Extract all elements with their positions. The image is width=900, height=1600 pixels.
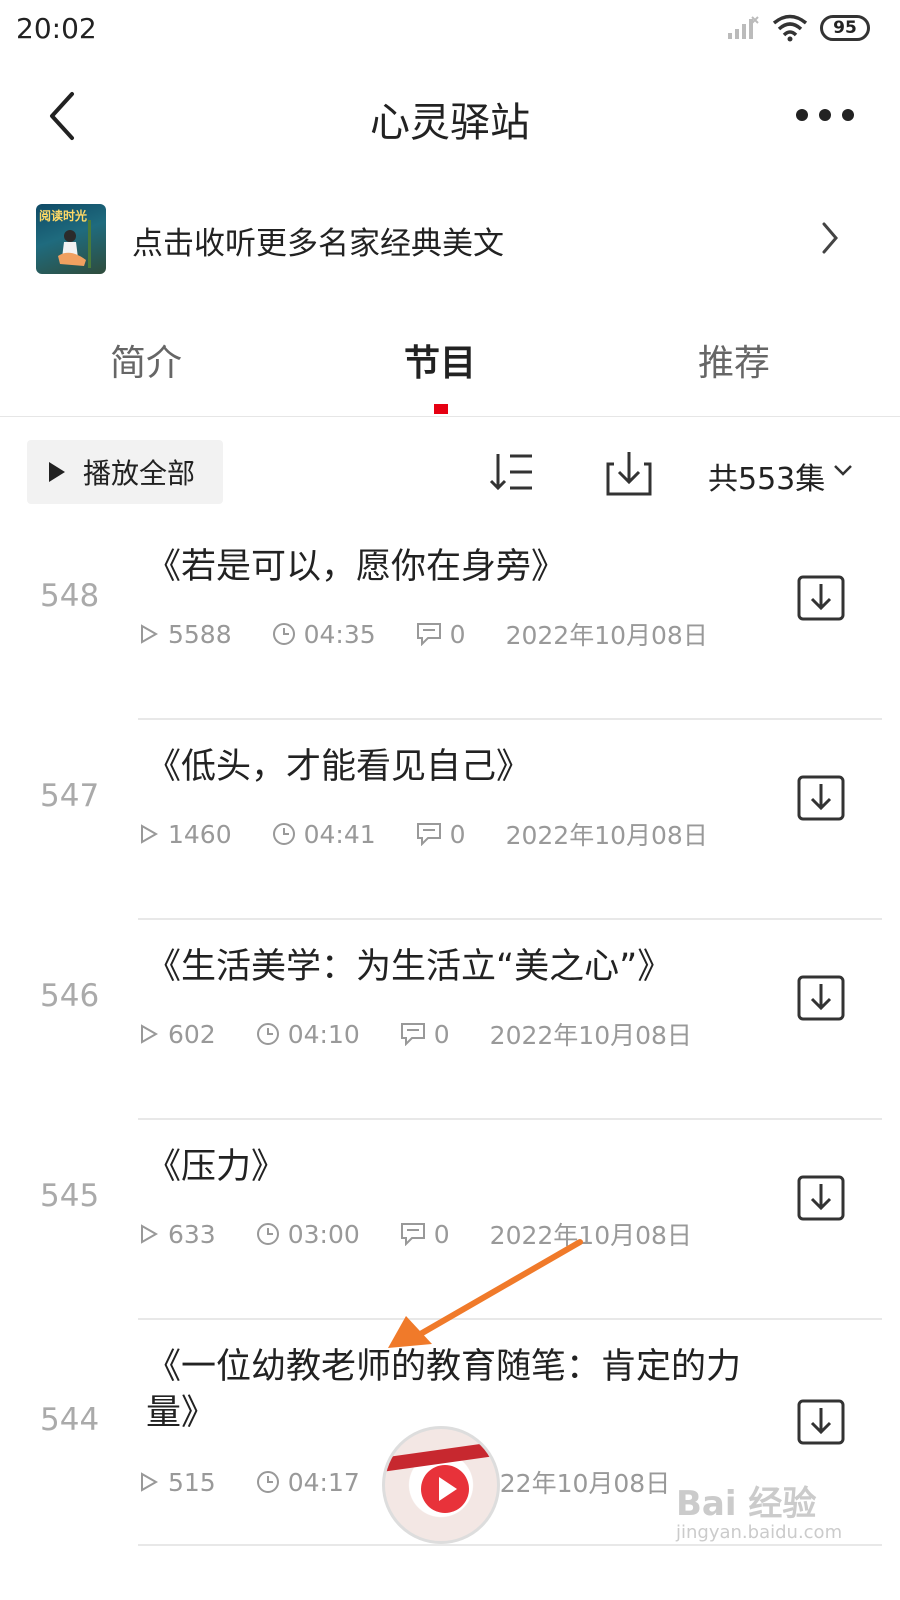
wifi-icon <box>772 14 808 42</box>
status-time: 20:02 <box>16 12 97 45</box>
more-options-icon[interactable] <box>790 90 860 140</box>
clock-icon <box>272 623 295 645</box>
clock-icon <box>256 1023 279 1045</box>
comment-icon <box>416 823 441 846</box>
episode-title: 《低头，才能看见自己》 <box>146 747 532 787</box>
play-count: 633 <box>168 1219 216 1249</box>
episode-meta: 5588 04:35 0 2022年10月08日 <box>138 616 748 652</box>
tab-recommend[interactable]: 推荐 <box>634 334 834 386</box>
episode-meta: 602 04:10 0 2022年10月08日 <box>138 1016 732 1052</box>
annotation-arrow-icon <box>388 1239 583 1348</box>
download-icon[interactable] <box>796 574 846 622</box>
clock-icon <box>256 1223 279 1245</box>
play-count: 1460 <box>168 819 232 849</box>
episode-meta: 1460 04:41 0 2022年10月08日 <box>138 816 748 852</box>
episode-title: 《一位幼教老师的教育随笔：肯定的力量》 <box>146 1347 742 1433</box>
download-icon[interactable] <box>796 1398 846 1446</box>
status-bar: 20:02 95 <box>0 0 900 62</box>
chevron-right-icon <box>822 222 838 254</box>
duration: 04:17 <box>287 1467 360 1497</box>
chevron-down-icon[interactable] <box>832 462 854 478</box>
app-header: 心灵驿站 <box>0 62 900 172</box>
download-icon[interactable] <box>796 974 846 1022</box>
comment-count: 0 <box>449 819 466 849</box>
download-icon[interactable] <box>796 774 846 822</box>
comment-count: 0 <box>433 1019 450 1049</box>
tab-programs[interactable]: 节目 <box>340 334 540 386</box>
download-icon[interactable] <box>796 1174 846 1222</box>
publish-date: 22年10月08日 <box>499 1469 671 1498</box>
play-all-label: 播放全部 <box>83 457 196 490</box>
publish-date: 2022年10月08日 <box>489 1021 692 1050</box>
episode-item[interactable]: 546 《生活美学：为生活立“美之心”》 602 04:10 0 2022年10… <box>0 920 900 1120</box>
play-count-icon <box>141 1472 159 1492</box>
publish-date: 2022年10月08日 <box>505 621 708 650</box>
duration: 04:35 <box>303 619 376 649</box>
reading-girl-illustration <box>58 220 91 268</box>
signal-icon <box>728 16 759 39</box>
clock-icon <box>272 823 295 845</box>
play-count-icon <box>141 824 159 844</box>
episode-item[interactable]: 548 《若是可以，愿你在身旁》 5588 04:35 0 2022年10月08… <box>0 520 900 720</box>
tab-intro[interactable]: 简介 <box>46 334 246 386</box>
comment-icon <box>400 1023 425 1046</box>
promo-banner[interactable]: 阅读时光 点击收听更多名家经典美文 <box>36 200 856 276</box>
episode-number: 544 <box>40 1402 100 1438</box>
episode-title: 《若是可以，愿你在身旁》 <box>146 547 567 587</box>
episode-number: 546 <box>40 978 100 1014</box>
sort-icon[interactable] <box>488 448 536 496</box>
list-toolbar: 播放全部 共553集 <box>0 440 900 506</box>
episode-item[interactable]: 547 《低头，才能看见自己》 1460 04:41 0 2022年10月08日 <box>0 720 900 920</box>
batch-download-icon[interactable] <box>604 448 654 498</box>
play-count-icon <box>141 1024 159 1044</box>
row-divider <box>138 1544 882 1546</box>
episode-count[interactable]: 共553集 <box>708 454 825 498</box>
comment-icon <box>416 623 441 646</box>
episode-number: 545 <box>40 1178 100 1214</box>
duration: 03:00 <box>287 1219 360 1249</box>
comment-count: 0 <box>449 619 466 649</box>
mini-play-icon[interactable] <box>421 1465 469 1513</box>
page-title: 心灵驿站 <box>370 100 530 146</box>
tab-bar: 简介 节目 推荐 <box>0 316 900 417</box>
battery-level: 95 <box>833 18 857 38</box>
episode-title: 《生活美学：为生活立“美之心”》 <box>146 947 673 987</box>
promo-thumbnail: 阅读时光 <box>36 204 106 274</box>
play-icon <box>49 462 65 482</box>
battery-indicator: 95 <box>820 15 870 41</box>
play-count: 602 <box>168 1019 216 1049</box>
episode-number: 547 <box>40 778 100 814</box>
promo-text: 点击收听更多名家经典美文 <box>132 226 504 262</box>
episode-title: 《压力》 <box>146 1147 287 1187</box>
play-count-icon <box>141 1224 159 1244</box>
play-count: 515 <box>168 1467 216 1497</box>
watermark-logo: Bai 经验 <box>676 1484 817 1524</box>
watermark-url: jingyan.baidu.com <box>676 1522 843 1543</box>
play-count-icon <box>141 624 159 644</box>
status-icons: 95 <box>726 14 870 42</box>
episode-number: 548 <box>40 578 100 614</box>
duration: 04:41 <box>303 819 376 849</box>
duration: 04:10 <box>287 1019 360 1049</box>
active-tab-indicator <box>434 404 448 414</box>
floating-player[interactable] <box>382 1426 500 1544</box>
clock-icon <box>256 1471 279 1493</box>
play-all-button[interactable]: 播放全部 <box>27 440 223 504</box>
publish-date: 2022年10月08日 <box>505 821 708 850</box>
play-count: 5588 <box>168 619 232 649</box>
